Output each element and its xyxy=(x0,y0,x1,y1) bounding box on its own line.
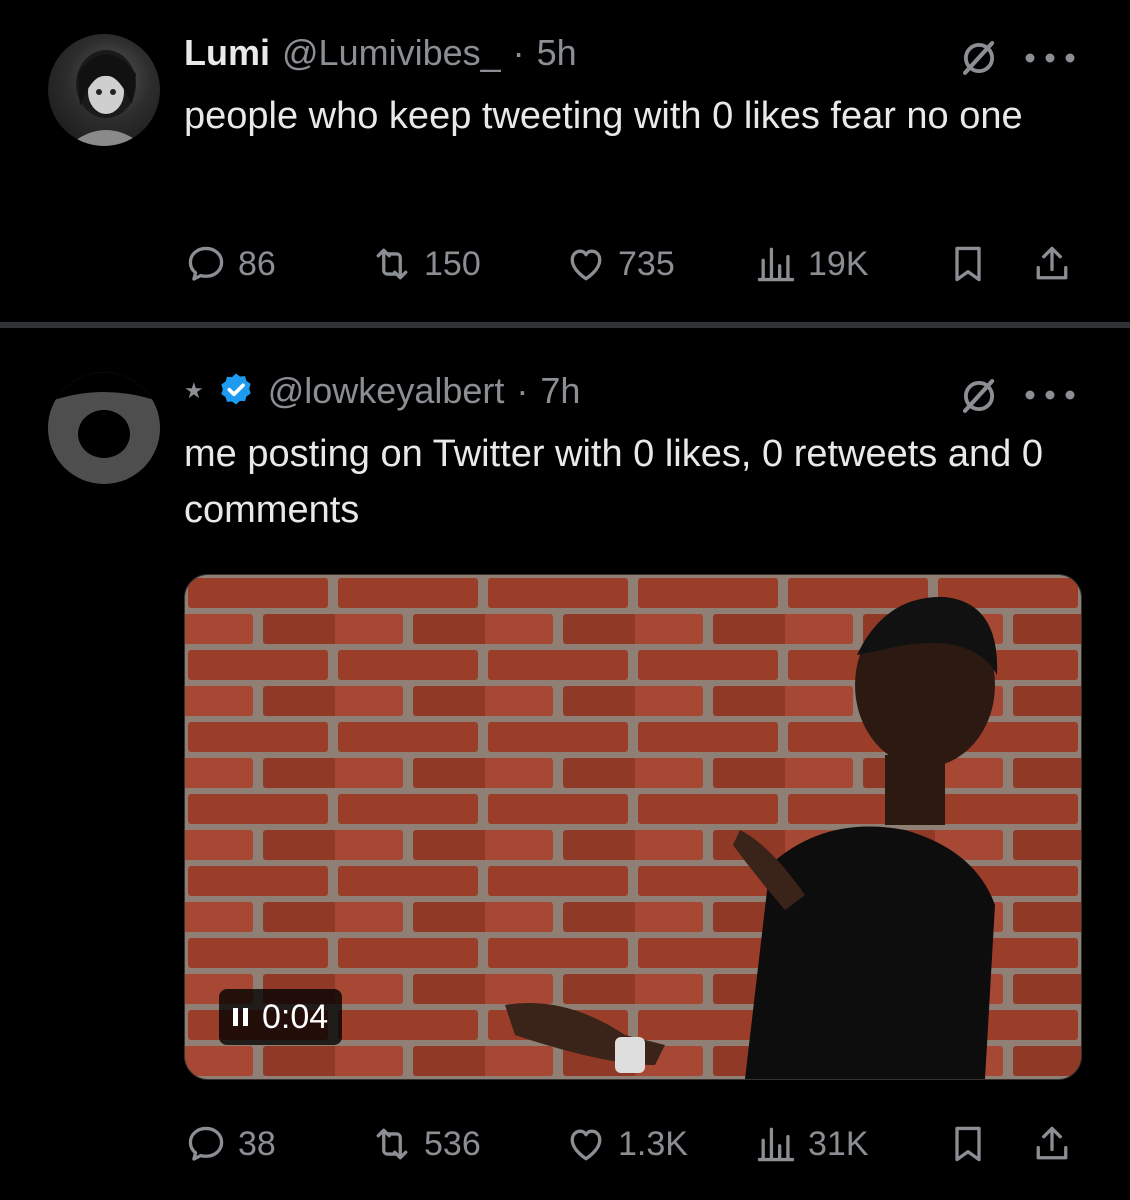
share-icon xyxy=(1030,242,1074,286)
tweet-text: people who keep tweeting with 0 likes fe… xyxy=(184,95,1023,137)
share-button[interactable] xyxy=(1030,240,1074,288)
like-button[interactable]: 735 xyxy=(564,240,675,288)
like-icon xyxy=(564,1122,608,1166)
retweet-icon xyxy=(370,1122,414,1166)
like-button[interactable]: 1.3K xyxy=(564,1120,688,1168)
reply-icon xyxy=(184,1122,228,1166)
share-icon xyxy=(1030,1122,1074,1166)
action-bar: 38 536 1.3K 31K xyxy=(184,1120,1084,1168)
reply-icon xyxy=(184,242,228,286)
views-count: 31K xyxy=(808,1124,869,1163)
video-time-label: 0:04 xyxy=(262,997,329,1036)
tweet[interactable]: Lumi @Lumivibes_ · 5h people who keep tw… xyxy=(0,0,1130,322)
reply-count: 38 xyxy=(238,1124,276,1163)
user-handle[interactable]: @Lumivibes_ xyxy=(282,28,501,78)
verified-badge-icon xyxy=(221,373,251,405)
display-name[interactable]: Lumi xyxy=(184,28,270,78)
tweet-divider xyxy=(0,322,1130,328)
retweet-count: 150 xyxy=(424,244,481,283)
video-timer[interactable]: 0:04 xyxy=(219,989,343,1045)
like-count: 1.3K xyxy=(618,1124,688,1163)
separator-dot: · xyxy=(516,370,529,411)
display-name[interactable]: ★ xyxy=(184,366,204,416)
grok-icon[interactable] xyxy=(958,375,1000,417)
share-button[interactable] xyxy=(1030,1120,1074,1168)
separator-dot: · xyxy=(512,32,525,73)
action-bar: 86 150 735 19K xyxy=(184,240,1084,288)
retweet-count: 536 xyxy=(424,1124,481,1163)
pause-icon[interactable] xyxy=(233,1008,248,1026)
tweet-header: Lumi @Lumivibes_ · 5h xyxy=(184,28,970,78)
bookmark-icon xyxy=(946,242,990,286)
tweet[interactable]: ★ @lowkeyalbert · 7h me posting on Twitt… xyxy=(0,330,1130,1200)
views-icon xyxy=(754,1122,798,1166)
tweet-text: me posting on Twitter with 0 likes, 0 re… xyxy=(184,433,1043,531)
retweet-button[interactable]: 150 xyxy=(370,240,481,288)
more-icon[interactable] xyxy=(1022,385,1078,405)
video-player[interactable]: 0:04 xyxy=(184,574,1082,1080)
bookmark-button[interactable] xyxy=(946,1120,990,1168)
post-time[interactable]: 5h xyxy=(537,28,577,78)
post-time[interactable]: 7h xyxy=(540,366,580,416)
reply-button[interactable]: 86 xyxy=(184,240,276,288)
bookmark-button[interactable] xyxy=(946,240,990,288)
tweet-header: ★ @lowkeyalbert · 7h xyxy=(184,366,970,416)
reply-button[interactable]: 38 xyxy=(184,1120,276,1168)
more-icon[interactable] xyxy=(1022,48,1078,68)
reply-count: 86 xyxy=(238,244,276,283)
views-button[interactable]: 31K xyxy=(754,1120,869,1168)
views-icon xyxy=(754,242,798,286)
avatar[interactable] xyxy=(48,34,160,146)
like-count: 735 xyxy=(618,244,675,283)
views-button[interactable]: 19K xyxy=(754,240,869,288)
avatar[interactable] xyxy=(48,372,160,484)
retweet-icon xyxy=(370,242,414,286)
views-count: 19K xyxy=(808,244,869,283)
user-handle[interactable]: @lowkeyalbert xyxy=(268,366,505,416)
retweet-button[interactable]: 536 xyxy=(370,1120,481,1168)
grok-icon[interactable] xyxy=(958,37,1000,79)
bookmark-icon xyxy=(946,1122,990,1166)
like-icon xyxy=(564,242,608,286)
